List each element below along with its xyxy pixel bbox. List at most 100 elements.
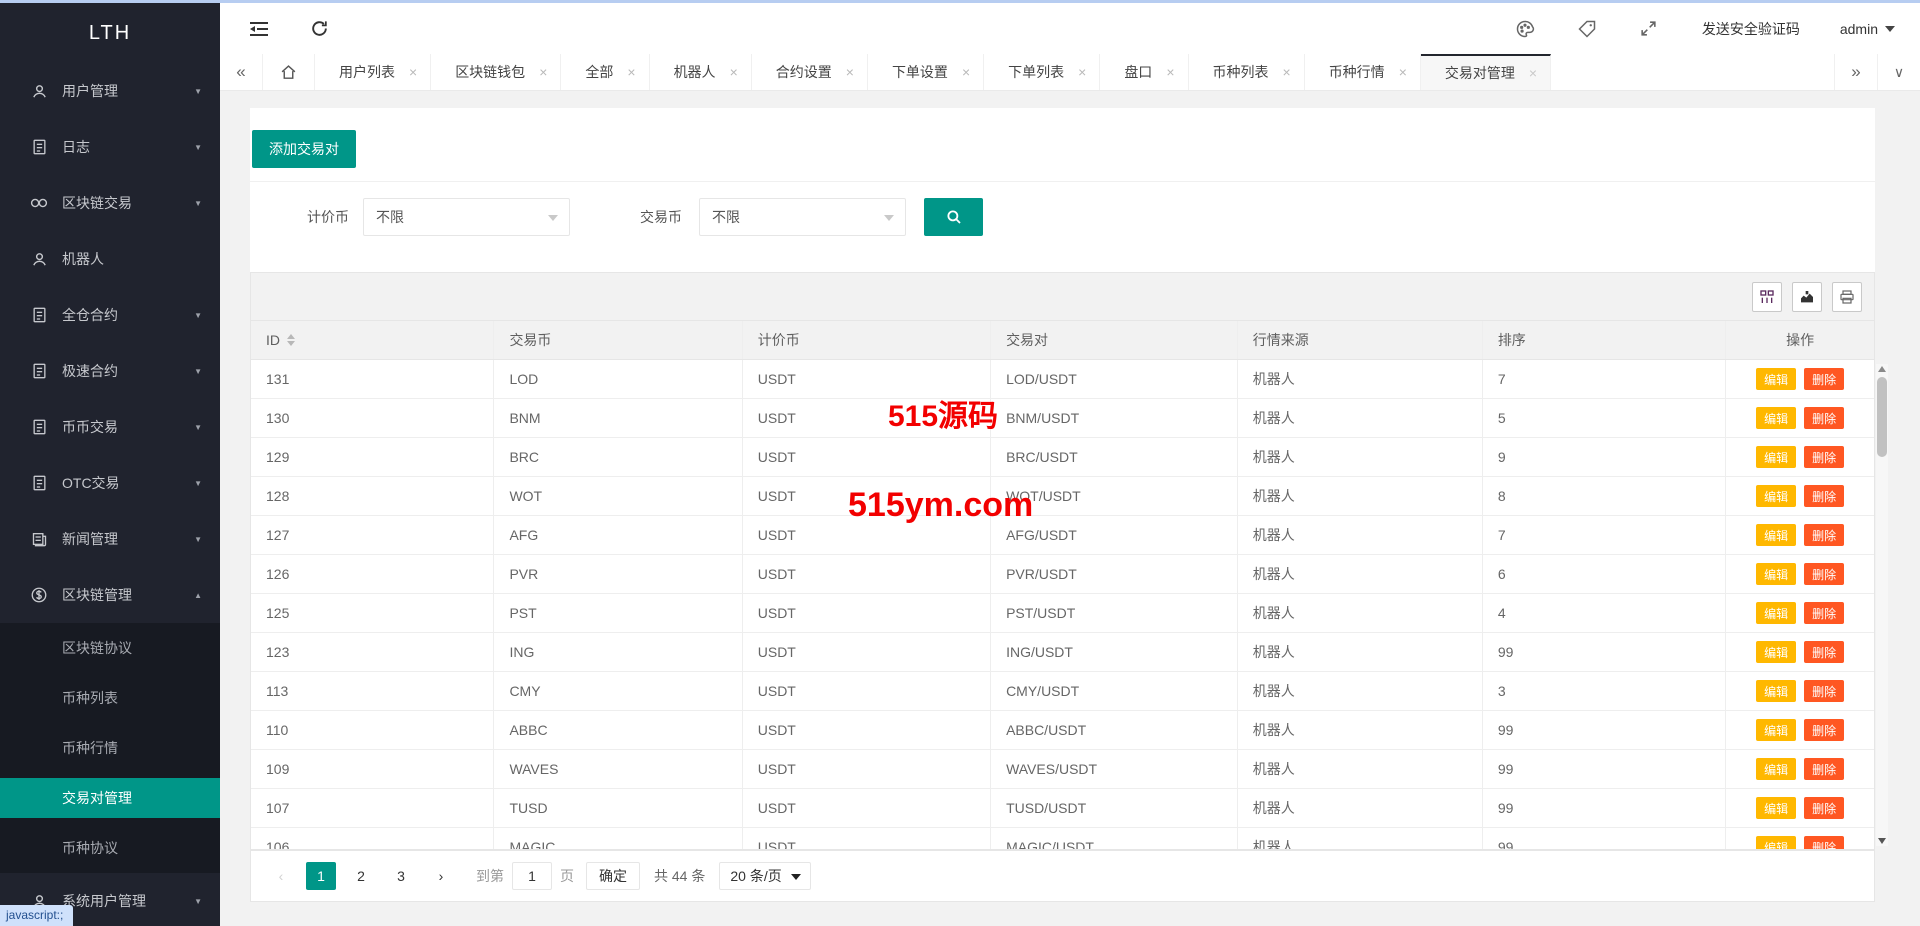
page-button-2[interactable]: 2 <box>346 862 376 890</box>
sidebar-item-5[interactable]: 极速合约▼ <box>0 343 220 399</box>
edit-button[interactable]: 编辑 <box>1756 563 1796 585</box>
export-button[interactable] <box>1792 282 1822 312</box>
tab-10[interactable]: 交易对管理× <box>1421 54 1551 90</box>
tab-3[interactable]: 机器人× <box>650 54 752 90</box>
close-icon[interactable]: × <box>1529 66 1537 80</box>
close-icon[interactable]: × <box>1283 65 1291 79</box>
fullscreen-icon[interactable] <box>1638 18 1660 40</box>
close-icon[interactable]: × <box>730 65 738 79</box>
tab-8[interactable]: 币种列表× <box>1189 54 1305 90</box>
tab-0[interactable]: 用户列表× <box>315 54 431 90</box>
edit-button[interactable]: 编辑 <box>1756 602 1796 624</box>
trade-coin-select[interactable]: 不限 <box>699 198 906 236</box>
search-button[interactable] <box>924 198 983 236</box>
close-icon[interactable]: × <box>1166 65 1174 79</box>
tabs-scroll-left-button[interactable]: « <box>220 54 263 90</box>
tab-5[interactable]: 下单设置× <box>868 54 984 90</box>
user-menu[interactable]: admin <box>1840 21 1895 37</box>
tag-icon[interactable] <box>1576 18 1598 40</box>
sidebar-item-9[interactable]: 区块链管理▲ <box>0 567 220 623</box>
sidebar-item-2[interactable]: 区块链交易▼ <box>0 175 220 231</box>
scrollbar-thumb[interactable] <box>1877 377 1887 457</box>
delete-button[interactable]: 删除 <box>1804 446 1844 468</box>
add-trading-pair-button[interactable]: 添加交易对 <box>252 130 356 168</box>
tabs-scroll-right-button[interactable]: » <box>1834 54 1877 90</box>
table-scrollbar[interactable] <box>1876 364 1888 846</box>
theme-palette-icon[interactable] <box>1514 18 1536 40</box>
close-icon[interactable]: × <box>1078 65 1086 79</box>
sidebar-subitem-1[interactable]: 币种列表 <box>0 673 220 723</box>
edit-button[interactable]: 编辑 <box>1756 680 1796 702</box>
sort-icon[interactable] <box>287 334 295 346</box>
per-page-select[interactable]: 20 条/页 <box>719 862 810 890</box>
sidebar-item-7[interactable]: OTC交易▼ <box>0 455 220 511</box>
quote-coin-select[interactable]: 不限 <box>363 198 570 236</box>
cell-coin: BRC <box>494 438 742 476</box>
total-count-label: 共 44 条 <box>654 866 705 886</box>
delete-button[interactable]: 删除 <box>1804 836 1844 850</box>
delete-button[interactable]: 删除 <box>1804 797 1844 819</box>
tab-4[interactable]: 合约设置 × <box>752 54 868 90</box>
sidebar-subitem-2[interactable]: 币种行情 <box>0 723 220 773</box>
sidebar-item-4[interactable]: 全仓合约▼ <box>0 287 220 343</box>
close-icon[interactable]: × <box>539 65 547 79</box>
tab-7[interactable]: 盘口× <box>1100 54 1188 90</box>
edit-button[interactable]: 编辑 <box>1756 758 1796 780</box>
close-icon[interactable]: × <box>627 65 635 79</box>
prev-page-button[interactable]: ‹ <box>266 862 296 890</box>
sidebar-item-8[interactable]: 新闻管理▼ <box>0 511 220 567</box>
edit-button[interactable]: 编辑 <box>1756 641 1796 663</box>
edit-button[interactable]: 编辑 <box>1756 719 1796 741</box>
tab-1[interactable]: 区块链钱包× <box>431 54 561 90</box>
collapse-sidebar-icon[interactable] <box>248 18 270 40</box>
filter-columns-button[interactable] <box>1752 282 1782 312</box>
sidebar-item-6[interactable]: 币币交易▼ <box>0 399 220 455</box>
edit-button[interactable]: 编辑 <box>1756 524 1796 546</box>
scrollbar-down-arrow-icon[interactable] <box>1878 838 1886 844</box>
next-page-button[interactable]: › <box>426 862 456 890</box>
edit-button[interactable]: 编辑 <box>1756 797 1796 819</box>
delete-button[interactable]: 删除 <box>1804 602 1844 624</box>
filter-row: 计价币 不限 交易币 不限 <box>250 198 1875 236</box>
delete-button[interactable]: 删除 <box>1804 680 1844 702</box>
print-button[interactable] <box>1832 282 1862 312</box>
edit-button[interactable]: 编辑 <box>1756 446 1796 468</box>
delete-button[interactable]: 删除 <box>1804 758 1844 780</box>
close-icon[interactable]: × <box>409 65 417 79</box>
sidebar-subitem-3[interactable]: 交易对管理 <box>0 778 220 818</box>
delete-button[interactable]: 删除 <box>1804 485 1844 507</box>
tabs-menu-button[interactable]: ∨ <box>1877 54 1920 90</box>
delete-button[interactable]: 删除 <box>1804 641 1844 663</box>
goto-page-input[interactable] <box>512 862 552 890</box>
goto-confirm-button[interactable]: 确定 <box>586 862 640 890</box>
sidebar-item-3[interactable]: 机器人 <box>0 231 220 287</box>
tab-label: 合约设置 <box>776 62 832 82</box>
page-button-3[interactable]: 3 <box>386 862 416 890</box>
send-security-code-link[interactable]: 发送安全验证码 <box>1702 19 1800 39</box>
table-body: 131LODUSDTLOD/USDT机器人7编辑删除130BNMUSDTBNM/… <box>251 360 1874 850</box>
close-icon[interactable]: × <box>846 65 854 79</box>
edit-button[interactable]: 编辑 <box>1756 836 1796 850</box>
sidebar-item-1[interactable]: 日志▼ <box>0 119 220 175</box>
close-icon[interactable]: × <box>962 65 970 79</box>
tab-9[interactable]: 币种行情× <box>1305 54 1421 90</box>
home-tab[interactable] <box>263 54 315 90</box>
edit-button[interactable]: 编辑 <box>1756 368 1796 390</box>
edit-button[interactable]: 编辑 <box>1756 407 1796 429</box>
column-header-id[interactable]: ID <box>251 321 494 359</box>
tab-2[interactable]: 全部× <box>561 54 649 90</box>
tab-6[interactable]: 下单列表× <box>984 54 1100 90</box>
sidebar-subitem-0[interactable]: 区块链协议 <box>0 623 220 673</box>
sidebar-item-0[interactable]: 用户管理▼ <box>0 63 220 119</box>
delete-button[interactable]: 删除 <box>1804 407 1844 429</box>
refresh-icon[interactable] <box>308 18 330 40</box>
page-button-1[interactable]: 1 <box>306 862 336 890</box>
sidebar-subitem-4[interactable]: 币种协议 <box>0 823 220 873</box>
edit-button[interactable]: 编辑 <box>1756 485 1796 507</box>
delete-button[interactable]: 删除 <box>1804 719 1844 741</box>
delete-button[interactable]: 删除 <box>1804 563 1844 585</box>
scrollbar-up-arrow-icon[interactable] <box>1878 366 1886 372</box>
delete-button[interactable]: 删除 <box>1804 524 1844 546</box>
close-icon[interactable]: × <box>1399 65 1407 79</box>
delete-button[interactable]: 删除 <box>1804 368 1844 390</box>
